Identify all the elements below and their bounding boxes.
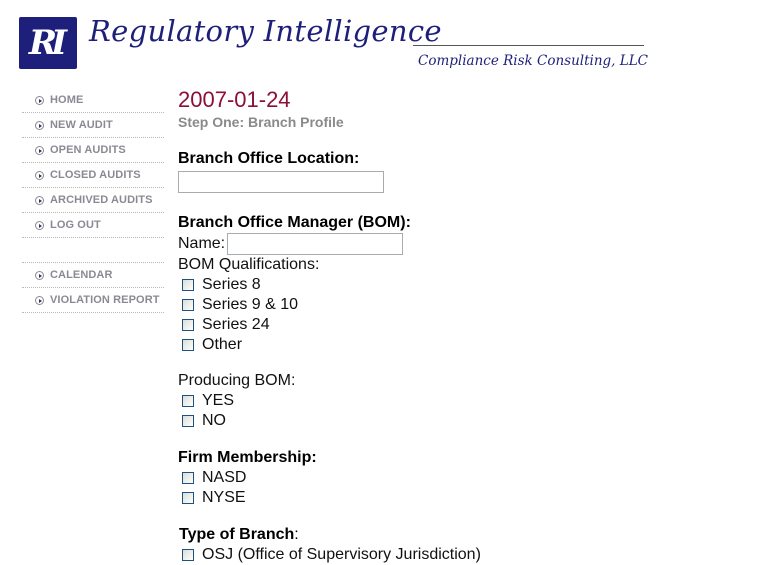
series-8-checkbox[interactable] [182,279,194,291]
circle-arrow-right-icon [35,120,44,130]
producing-bom-label: Producing BOM: [178,372,296,389]
sidebar-item-label: CALENDAR [50,269,113,281]
type-of-branch-heading: Type of Branch: [179,525,738,545]
sidebar-divider [22,238,164,263]
sidebar-item-log-out[interactable]: LOG OUT [22,213,164,238]
producing-bom-yes-checkbox[interactable] [182,395,194,407]
checkbox-label: Series 24 [202,316,270,333]
sidebar-item-violation-report[interactable]: VIOLATION REPORT [22,288,164,313]
checkbox-label: NO [202,412,226,429]
sidebar-item-label: HOME [50,94,84,106]
step-title: Step One: Branch Profile [178,114,344,130]
branch-location-input[interactable] [178,171,384,193]
bom-name-label: Name: [178,235,226,252]
checkbox-row: Series 8 [178,275,738,295]
checkbox-row: YES [178,391,738,411]
nyse-checkbox[interactable] [182,492,194,504]
sidebar-item-new-audit[interactable]: NEW AUDIT [22,113,164,138]
branch-profile-form: 2007-01-24 Step One: Branch Profile Bran… [178,87,738,565]
producing-bom-no-checkbox[interactable] [182,415,194,427]
circle-arrow-right-icon [35,295,44,305]
brand-title: Regulatory Intelligence [89,14,442,48]
checkbox-label: Series 8 [202,276,261,293]
circle-arrow-right-icon [35,270,44,280]
sidebar-item-label: ARCHIVED AUDITS [50,194,153,206]
type-of-branch-colon: : [294,526,299,543]
checkbox-row: Series 9 & 10 [178,295,738,315]
sidebar-item-open-audits[interactable]: OPEN AUDITS [22,138,164,163]
brand-subtitle: Compliance Risk Consulting, LLC [418,53,649,69]
checkbox-row: Other [178,335,738,355]
logo: RI [19,17,77,69]
circle-arrow-right-icon [35,95,44,105]
circle-arrow-right-icon [35,195,44,205]
checkbox-row: Series 24 [178,315,738,335]
header-divider [413,45,644,46]
circle-arrow-right-icon [35,170,44,180]
sidebar-item-label: NEW AUDIT [50,119,113,131]
checkbox-label: Series 9 & 10 [202,296,299,313]
nasd-checkbox[interactable] [182,472,194,484]
sidebar-item-calendar[interactable]: CALENDAR [22,263,164,288]
checkbox-label: YES [202,392,235,409]
sidebar-item-archived-audits[interactable]: ARCHIVED AUDITS [22,188,164,213]
circle-arrow-right-icon [35,145,44,155]
sidebar-item-label: LOG OUT [50,219,101,231]
other-qualification-checkbox[interactable] [182,339,194,351]
circle-arrow-right-icon [35,220,44,230]
sidebar-item-label: VIOLATION REPORT [50,294,160,306]
sidebar-nav: HOME NEW AUDIT OPEN AUDITS CLOSED AUDITS… [22,88,164,313]
sidebar-item-home[interactable]: HOME [22,88,164,113]
checkbox-row: NO [178,411,738,431]
checkbox-label: NASD [202,469,247,486]
checkbox-label: Other [202,336,243,353]
checkbox-label: OSJ (Office of Supervisory Jurisdiction) [202,546,481,563]
sidebar-item-label: CLOSED AUDITS [50,169,141,181]
sidebar-item-closed-audits[interactable]: CLOSED AUDITS [22,163,164,188]
series-9-10-checkbox[interactable] [182,299,194,311]
sidebar-item-label: OPEN AUDITS [50,144,126,156]
audit-date: 2007-01-24 [178,87,291,112]
bom-heading: Branch Office Manager (BOM): [178,214,411,231]
checkbox-row: NYSE [178,488,738,508]
bom-name-input[interactable] [227,233,404,255]
series-24-checkbox[interactable] [182,319,194,331]
checkbox-row: NASD [178,468,738,488]
firm-membership-heading: Firm Membership: [178,449,317,466]
checkbox-row: OSJ (Office of Supervisory Jurisdiction) [178,545,738,565]
logo-initials: RI [28,23,67,63]
type-of-branch-label: Type of Branch [179,526,295,543]
bom-qualifications-label: BOM Qualifications: [178,256,320,273]
branch-location-heading: Branch Office Location: [178,150,360,167]
checkbox-label: NYSE [202,489,246,506]
